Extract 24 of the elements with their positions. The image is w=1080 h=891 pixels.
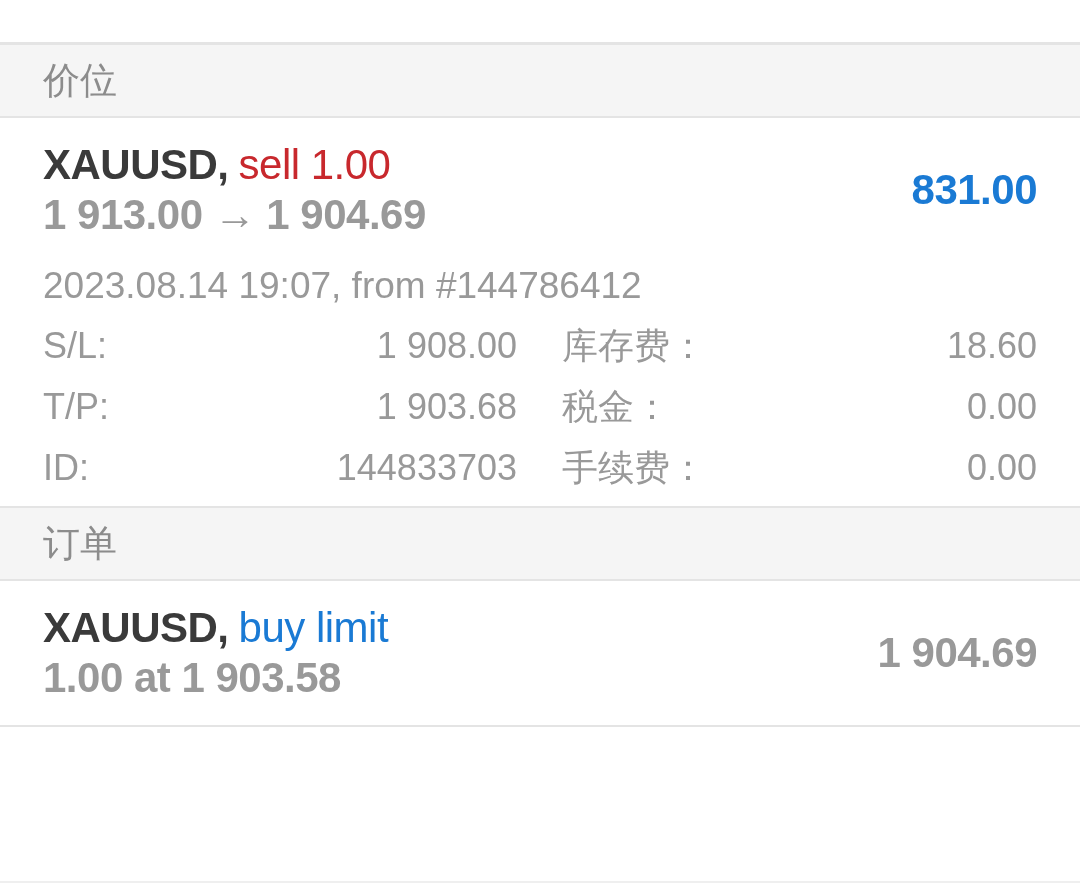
price-line: 1 913.00 → 1 904.69 — [43, 194, 426, 236]
detail-label: 手续费： — [562, 449, 706, 486]
order-row[interactable]: XAUUSD, buy limit 1.00 at 1 903.58 1 904.69 — [0, 581, 1080, 727]
price-line: 1.00 at 1 903.58 — [43, 657, 341, 699]
detail-value: 0.00 — [966, 388, 1037, 425]
detail-value: 18.60 — [946, 327, 1037, 364]
symbol-label: XAUUSD, — [43, 607, 229, 649]
section-title: 价位 — [43, 62, 117, 99]
detail-label: S/L: — [43, 327, 108, 364]
section-title: 订单 — [43, 525, 117, 562]
detail-value: 1 903.68 — [376, 388, 517, 425]
detail-label: ID: — [43, 449, 89, 486]
detail-label: 税金： — [562, 388, 670, 425]
open-info: 2023.08.14 19:07, from #144786412 — [43, 266, 642, 304]
trade-type: sell 1.00 — [238, 144, 391, 186]
symbol-label: XAUUSD, — [43, 144, 229, 186]
detail-value: 0.00 — [966, 449, 1037, 486]
detail-label: T/P: — [43, 388, 109, 425]
current-price: 1 904.69 — [877, 632, 1037, 674]
detail-value: 144833703 — [336, 449, 517, 486]
trade-type: buy limit — [238, 607, 389, 649]
detail-label: 库存费： — [562, 327, 706, 364]
profit-value: 831.00 — [911, 169, 1037, 211]
detail-value: 1 908.00 — [376, 327, 517, 364]
